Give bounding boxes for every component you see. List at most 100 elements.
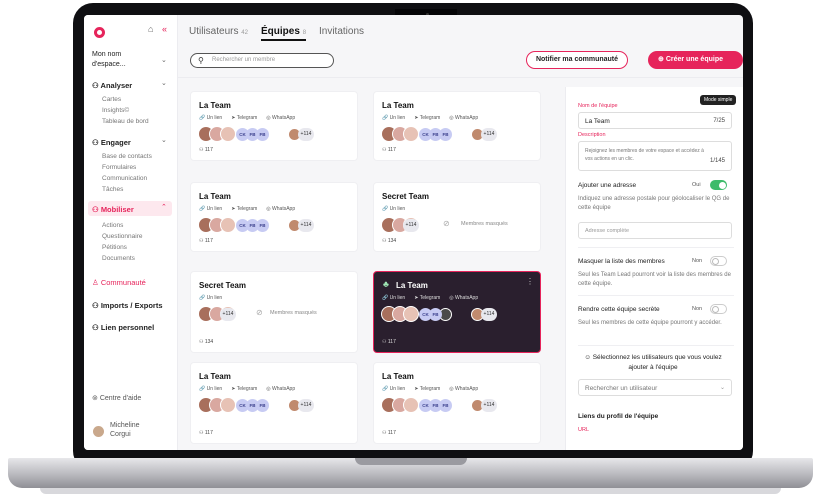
team-link[interactable]: 🔗 Un lien bbox=[382, 115, 405, 121]
team-link[interactable]: ◎ WhatsApp bbox=[266, 386, 295, 392]
user-name[interactable]: Micheline Corgui bbox=[110, 421, 160, 439]
team-editor-panel: Mode simple Nom de l'équipe La Team 7/25… bbox=[565, 87, 743, 450]
link-icon: 🔗 bbox=[199, 206, 207, 212]
avatar[interactable] bbox=[93, 426, 104, 437]
address-input[interactable]: Adresse complète bbox=[578, 222, 732, 239]
avatar bbox=[403, 126, 419, 142]
team-link[interactable]: ➤ Telegram bbox=[414, 386, 440, 392]
search-icon: ⚲ bbox=[198, 56, 204, 65]
hide-members-title: Masquer la liste des membres bbox=[578, 258, 665, 265]
app-screen: ⌂ « Mon nom d'espace... ⌄ ⚇ Analyser ⌄ C… bbox=[84, 15, 743, 450]
search-input[interactable]: ⚲ Rechercher un membre bbox=[190, 53, 334, 68]
sidebar-item-contacts[interactable]: Base de contacts bbox=[102, 151, 152, 162]
chevron-down-icon[interactable]: ⌄ bbox=[161, 56, 167, 64]
link-label: Telegram bbox=[419, 386, 441, 392]
tab-utilisateurs[interactable]: Utilisateurs 42 bbox=[189, 26, 248, 37]
sidebar-item-communication[interactable]: Communication bbox=[102, 173, 147, 184]
address-toggle[interactable] bbox=[710, 180, 727, 190]
team-link[interactable]: ➤ Telegram bbox=[414, 115, 440, 121]
item-label: Lien personnel bbox=[100, 323, 155, 332]
description-textarea[interactable]: Rejoignez les membres de votre espace et… bbox=[578, 141, 732, 171]
team-links: 🔗 Un lien bbox=[382, 206, 414, 212]
team-link[interactable]: 🔗 Un lien bbox=[382, 386, 405, 392]
team-link[interactable]: ◎ WhatsApp bbox=[449, 115, 478, 121]
link-label: Un lien bbox=[389, 115, 406, 121]
card-menu-icon[interactable]: ⋮ bbox=[526, 277, 534, 286]
team-link[interactable]: ◎ WhatsApp bbox=[449, 295, 478, 301]
hide-members-toggle[interactable] bbox=[710, 256, 727, 266]
avatar bbox=[220, 397, 236, 413]
notify-button[interactable]: Notifier ma communauté bbox=[526, 51, 628, 69]
divider bbox=[578, 345, 734, 346]
collapse-icon[interactable]: « bbox=[162, 24, 167, 34]
team-link[interactable]: 🔗 Un lien bbox=[199, 295, 222, 301]
link-icon: 🔗 bbox=[382, 115, 390, 121]
team-link[interactable]: 🔗 Un lien bbox=[199, 115, 222, 121]
team-icon: ♣ bbox=[383, 279, 389, 289]
laptop-shadow bbox=[40, 488, 781, 494]
sidebar-item-actions[interactable]: Actions bbox=[102, 220, 123, 231]
team-link[interactable]: ◎ WhatsApp bbox=[266, 206, 295, 212]
sidebar-item-dashboard[interactable]: Tableau de bord bbox=[102, 116, 149, 127]
sidebar-item-forms[interactable]: Formulaires bbox=[102, 162, 136, 173]
member-more-count: +114 bbox=[298, 128, 314, 141]
team-link[interactable]: ◎ WhatsApp bbox=[266, 115, 295, 121]
sidebar-item-cartes[interactable]: Cartes bbox=[102, 94, 121, 105]
chevron-down-icon[interactable]: ⌄ bbox=[161, 136, 167, 144]
link-icon: 🔗 bbox=[199, 386, 207, 392]
bell-icon[interactable]: ⌂ bbox=[148, 24, 153, 34]
team-card[interactable]: La Team 🔗 Un lien ➤ Telegram ◎ WhatsApp CK FB… bbox=[373, 91, 541, 161]
help-center-link[interactable]: ⊚ Centre d'aide bbox=[92, 394, 141, 402]
team-card[interactable]: La Team 🔗 Un lien ➤ Telegram ◎ WhatsApp CK FB… bbox=[373, 362, 541, 444]
team-links: 🔗 Un lien ➤ Telegram ◎ WhatsApp bbox=[199, 115, 304, 121]
laptop-groove bbox=[355, 458, 467, 465]
team-link[interactable]: 🔗 Un lien bbox=[199, 206, 222, 212]
secret-toggle[interactable] bbox=[710, 304, 727, 314]
create-team-button[interactable]: ⊕ Créer une équipe bbox=[648, 51, 743, 69]
member-initials: FB bbox=[256, 219, 269, 232]
team-name-input[interactable]: La Team 7/25 bbox=[578, 112, 732, 129]
team-link[interactable]: 🔗 Un lien bbox=[382, 206, 405, 212]
team-link[interactable]: ◎ WhatsApp bbox=[449, 386, 478, 392]
sidebar-item-insights[interactable]: Insights© bbox=[102, 105, 129, 116]
sidebar-item-tasks[interactable]: Tâches bbox=[102, 184, 123, 195]
search-placeholder: Rechercher un membre bbox=[212, 57, 276, 63]
chevron-up-icon[interactable]: ⌃ bbox=[161, 203, 167, 211]
team-title: La Team bbox=[396, 281, 428, 290]
team-card[interactable]: La Team 🔗 Un lien ➤ Telegram ◎ WhatsApp CK FB… bbox=[190, 182, 358, 252]
team-card[interactable]: Secret Team 🔗 Un lien +114 ⊘ Membres masqués… bbox=[190, 271, 358, 353]
chevron-down-icon[interactable]: ⌄ bbox=[161, 79, 167, 87]
link-label: Un lien bbox=[389, 386, 406, 392]
space-selector[interactable]: Mon nom d'espace... bbox=[92, 50, 152, 70]
tab-invitations[interactable]: Invitations bbox=[319, 26, 364, 37]
team-link[interactable]: 🔗 Un lien bbox=[382, 295, 405, 301]
sidebar-item-imports[interactable]: ⚇ Imports / Exports bbox=[92, 301, 163, 310]
team-title: La Team bbox=[382, 372, 414, 381]
sidebar-item-communaute[interactable]: ♙ Communauté bbox=[92, 278, 146, 287]
sidebar-item-petitions[interactable]: Pétitions bbox=[102, 242, 127, 253]
team-link[interactable]: ➤ Telegram bbox=[414, 295, 440, 301]
sidebar-section-engager[interactable]: ⚇ Engager bbox=[92, 138, 131, 147]
member-count-value: 134 bbox=[204, 339, 214, 345]
tab-equipes[interactable]: Équipes 8 bbox=[261, 26, 307, 41]
team-links: 🔗 Un lien ➤ Telegram ◎ WhatsApp bbox=[382, 295, 487, 301]
member-count: ⚇ 117 bbox=[199, 430, 213, 436]
mode-toggle-button[interactable]: Mode simple bbox=[700, 95, 737, 105]
team-link[interactable]: ➤ Telegram bbox=[231, 206, 257, 212]
team-card[interactable]: La Team 🔗 Un lien ➤ Telegram ◎ WhatsApp CK FB… bbox=[190, 362, 358, 444]
user-search-select[interactable]: Rechercher un utilisateur ⌄ bbox=[578, 379, 732, 396]
sidebar-item-questionnaire[interactable]: Questionnaire bbox=[102, 231, 142, 242]
team-card[interactable]: La Team 🔗 Un lien ➤ Telegram ◎ WhatsApp CK FB… bbox=[190, 91, 358, 161]
sidebar-item-lien[interactable]: ⚇ Lien personnel bbox=[92, 323, 154, 332]
team-link[interactable]: 🔗 Un lien bbox=[199, 386, 222, 392]
member-count: ⚇ 117 bbox=[199, 238, 213, 244]
team-link[interactable]: ➤ Telegram bbox=[231, 115, 257, 121]
member-count: ⚇ 134 bbox=[199, 339, 213, 345]
team-card[interactable]: ♣ ⋮ La Team 🔗 Un lien ➤ Telegram ◎ WhatsApp CK… bbox=[373, 271, 541, 353]
team-card[interactable]: Secret Team 🔗 Un lien +114 ⊘ Membres masqués… bbox=[373, 182, 541, 252]
sidebar-item-documents[interactable]: Documents bbox=[102, 253, 135, 264]
team-link[interactable]: ➤ Telegram bbox=[231, 386, 257, 392]
sidebar-section-mobiliser[interactable]: ⚇ Mobiliser bbox=[92, 205, 134, 214]
toggle-knob bbox=[712, 258, 719, 265]
sidebar-section-analyser[interactable]: ⚇ Analyser bbox=[92, 81, 132, 90]
